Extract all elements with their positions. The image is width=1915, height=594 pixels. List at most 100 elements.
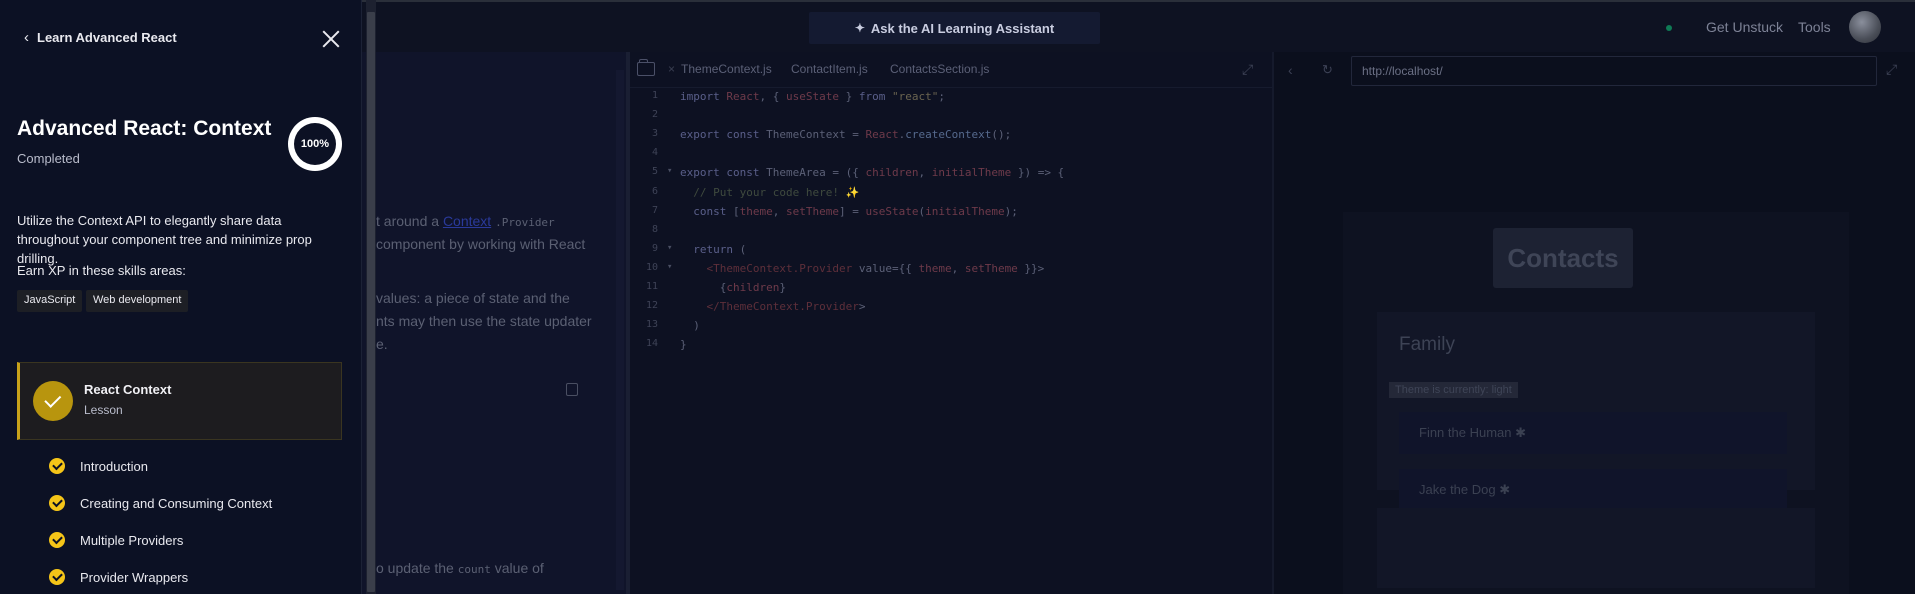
code-line[interactable]: 8 bbox=[630, 224, 1272, 243]
expand-icon[interactable]: ⤢ bbox=[1886, 61, 1897, 78]
current-lesson-card[interactable]: React Context Lesson bbox=[17, 362, 342, 440]
lesson-item-label: Creating and Consuming Context bbox=[80, 495, 273, 511]
browser-preview: ‹ ↻ http://localhost/ ⤢ Contacts Family … bbox=[1274, 52, 1915, 594]
family-section: Family Theme is currently: light Finn th… bbox=[1377, 312, 1815, 511]
lesson-item-label: Multiple Providers bbox=[80, 532, 184, 548]
lesson-title: React Context bbox=[84, 382, 172, 397]
refresh-icon[interactable]: ↻ bbox=[1322, 62, 1333, 78]
code-editor: × ThemeContext.js ContactItem.js Contacts… bbox=[630, 52, 1272, 594]
course-sidebar: ‹ Learn Advanced React Advanced React: C… bbox=[0, 0, 362, 594]
code-text: <ThemeContext.Provider value={{ theme, s… bbox=[706, 261, 1045, 275]
contact-item[interactable]: Jake the Dog ✱ bbox=[1399, 469, 1787, 511]
module-status: Completed bbox=[17, 151, 80, 166]
code-line[interactable]: 10 ▾ <ThemeContext.Provider value={{ them… bbox=[630, 262, 1272, 281]
lesson-text-line: nts may then use the state updater bbox=[376, 313, 592, 329]
lesson-text-line: values: a piece of state and the bbox=[376, 290, 570, 306]
xp-label: Earn XP in these skills areas: bbox=[17, 263, 186, 278]
tab-contacts-section[interactable]: ContactsSection.js bbox=[890, 62, 989, 76]
code-line[interactable]: 12 </ThemeContext.Provider> bbox=[630, 300, 1272, 319]
check-icon bbox=[49, 495, 65, 511]
check-icon bbox=[49, 458, 65, 474]
line-number: 9 bbox=[651, 242, 658, 254]
code-text: export const ThemeArea = ({ children, in… bbox=[680, 166, 1065, 180]
code-text: export const ThemeContext = React.create… bbox=[680, 128, 1012, 142]
code-text: </ThemeContext.Provider> bbox=[706, 300, 866, 314]
url-input[interactable]: http://localhost/ bbox=[1351, 56, 1877, 86]
close-icon[interactable] bbox=[320, 28, 342, 50]
lesson-text-line: component by working with React bbox=[376, 236, 586, 252]
progress-ring: 100% bbox=[288, 117, 342, 171]
fold-arrow-icon[interactable]: ▾ bbox=[667, 262, 672, 272]
code-line[interactable]: 3 export const ThemeContext = React.creat… bbox=[630, 128, 1272, 147]
check-circle-icon bbox=[33, 381, 73, 421]
code-line[interactable]: 1 import React, { useState } from "react"… bbox=[630, 90, 1272, 109]
lesson-item[interactable]: Multiple Providers bbox=[49, 531, 183, 549]
check-icon bbox=[49, 532, 65, 548]
lesson-text-line: e. bbox=[376, 336, 388, 352]
code-line[interactable]: 14} bbox=[630, 338, 1272, 357]
lesson-pane: t around a Context .Provider component b… bbox=[362, 52, 626, 594]
lesson-item-label: Introduction bbox=[80, 458, 148, 474]
code-line[interactable]: 5 ▾ export const ThemeArea = ({ children, … bbox=[630, 166, 1272, 185]
sparkle-icon: ✦ bbox=[854, 21, 865, 35]
back-label: Learn Advanced React bbox=[37, 30, 177, 45]
line-number: 1 bbox=[651, 90, 658, 101]
lesson-scrollbar[interactable] bbox=[616, 70, 624, 590]
lesson-item[interactable]: Introduction bbox=[49, 457, 148, 475]
line-number: 6 bbox=[651, 185, 658, 197]
code-line[interactable]: 11 {children} bbox=[630, 281, 1272, 300]
fold-arrow-icon[interactable]: ▾ bbox=[667, 166, 672, 176]
contact-item[interactable]: Finn the Human ✱ bbox=[1399, 412, 1787, 454]
ai-assistant-label: Ask the AI Learning Assistant bbox=[870, 20, 1055, 36]
line-number: 7 bbox=[651, 204, 658, 216]
section-title: Family bbox=[1399, 334, 1455, 355]
code-line[interactable]: 4 bbox=[630, 147, 1272, 166]
fold-arrow-icon[interactable]: ▾ bbox=[667, 243, 672, 253]
check-icon bbox=[49, 569, 65, 585]
code-text: import React, { useState } from "react"; bbox=[680, 90, 945, 103]
get-unstuck-button[interactable]: Get Unstuck bbox=[1706, 19, 1783, 35]
app-window: ✦ Ask the AI Learning Assistant Get Unst… bbox=[0, 0, 1915, 594]
ai-assistant-button[interactable]: ✦ Ask the AI Learning Assistant bbox=[809, 12, 1100, 44]
line-number: 14 bbox=[645, 338, 658, 350]
line-number: 4 bbox=[651, 147, 658, 159]
sidebar-scrollbar-thumb[interactable] bbox=[367, 12, 375, 592]
editor-tabs: × ThemeContext.js ContactItem.js Contacts… bbox=[630, 52, 1272, 88]
contacts-heading: Contacts bbox=[1493, 228, 1633, 288]
code-text: const [theme, setTheme] = useState(initi… bbox=[693, 204, 1018, 218]
skill-tag: Web development bbox=[86, 290, 189, 312]
tools-button[interactable]: Tools bbox=[1798, 19, 1831, 35]
expand-icon[interactable]: ⤢ bbox=[1242, 61, 1253, 78]
back-to-course-link[interactable]: ‹ Learn Advanced React bbox=[24, 29, 177, 46]
code-area[interactable]: 1 import React, { useState } from "react"… bbox=[630, 90, 1272, 590]
code-text: ) bbox=[680, 319, 700, 333]
context-link[interactable]: Context bbox=[443, 213, 491, 229]
code-line[interactable]: 6 // Put your code here! ✨ bbox=[630, 186, 1272, 205]
next-section bbox=[1377, 508, 1815, 588]
avatar[interactable] bbox=[1849, 11, 1881, 43]
tab-theme-context[interactable]: × ThemeContext.js bbox=[668, 62, 772, 76]
module-title: Advanced React: Context bbox=[17, 117, 272, 140]
lesson-text-line: o update the count value of bbox=[376, 560, 544, 576]
code-line[interactable]: 2 bbox=[630, 109, 1272, 128]
theme-badge: Theme is currently: light bbox=[1389, 382, 1518, 398]
code-line[interactable]: 9 ▾ return ( bbox=[630, 243, 1272, 262]
code-text: // Put your code here! ✨ bbox=[680, 185, 860, 199]
progress-label: 100% bbox=[294, 123, 336, 165]
line-number: 10 bbox=[645, 261, 658, 273]
lesson-text-line: t around a Context .Provider bbox=[376, 213, 555, 229]
close-tab-icon[interactable]: × bbox=[668, 62, 675, 76]
code-line[interactable]: 7 const [theme, setTheme] = useState(ini… bbox=[630, 205, 1272, 224]
module-description: Utilize the Context API to elegantly sha… bbox=[17, 213, 312, 266]
folder-icon[interactable] bbox=[637, 59, 655, 76]
back-icon[interactable]: ‹ bbox=[1288, 62, 1293, 78]
copy-icon[interactable] bbox=[566, 383, 578, 396]
line-number: 2 bbox=[651, 109, 658, 121]
lesson-item-label: Provider Wrappers bbox=[80, 569, 189, 585]
tab-contact-item[interactable]: ContactItem.js bbox=[791, 62, 868, 76]
lesson-item[interactable]: Creating and Consuming Context bbox=[49, 494, 272, 512]
code-text: return ( bbox=[693, 242, 747, 256]
code-line[interactable]: 13 ) bbox=[630, 319, 1272, 338]
lesson-item[interactable]: Provider Wrappers bbox=[49, 568, 188, 586]
line-number: 12 bbox=[645, 300, 658, 312]
